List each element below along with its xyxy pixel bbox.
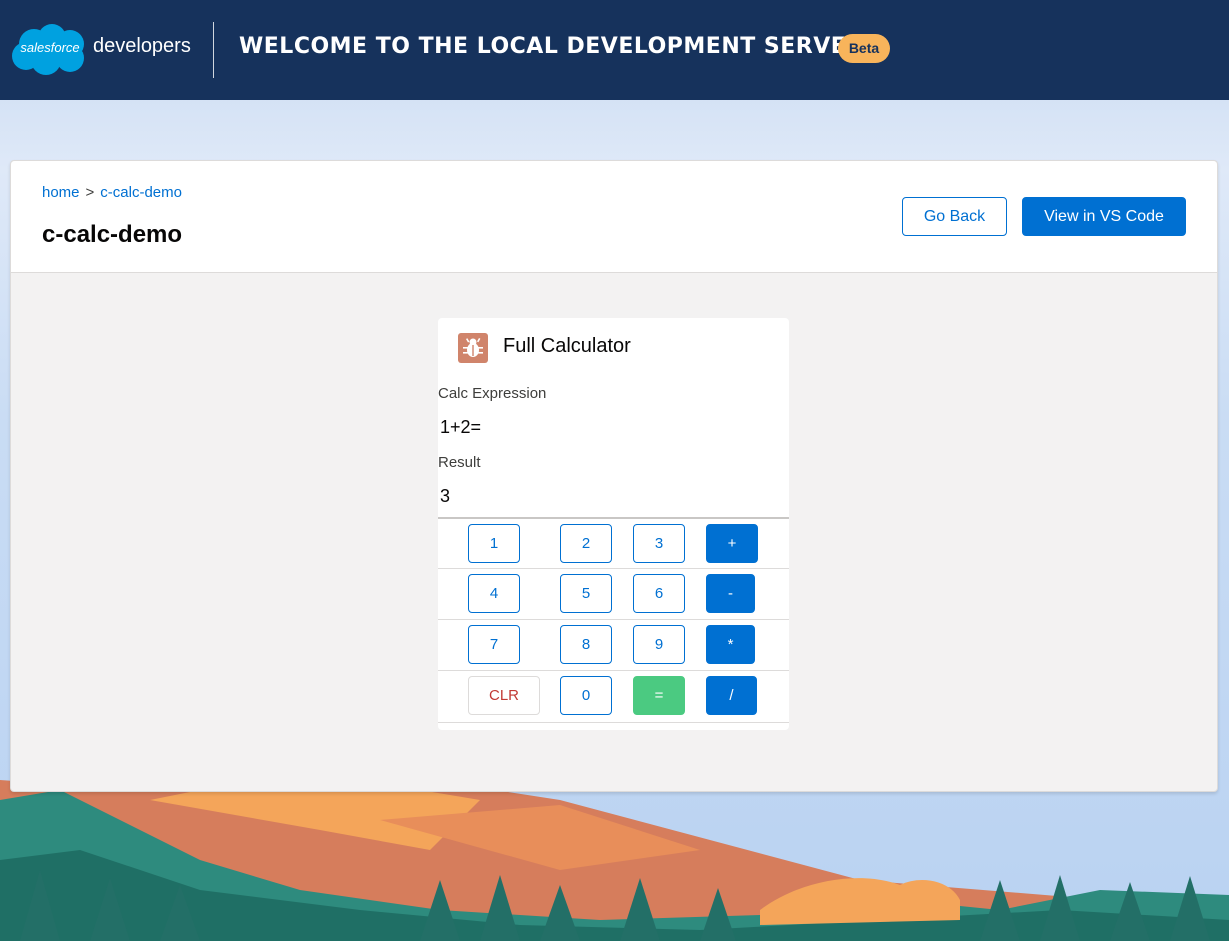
salesforce-cloud-icon: salesforce [10, 22, 90, 78]
clear-button[interactable]: CLR [468, 676, 540, 715]
key-1-button[interactable]: 1 [468, 524, 520, 563]
result-label: Result [438, 454, 481, 471]
key-5-button[interactable]: 5 [560, 574, 612, 613]
keypad-bottom-divider [438, 722, 789, 723]
result-value: 3 [440, 486, 451, 506]
keypad-row: 1 2 3 + [438, 517, 789, 568]
expression-label: Calc Expression [438, 385, 547, 402]
beta-badge: Beta [838, 34, 890, 63]
bug-icon [458, 333, 488, 363]
key-divide-button[interactable]: / [706, 676, 757, 715]
header-title: Welcome to the Local Development Server [239, 34, 864, 59]
view-in-vs-code-button[interactable]: View in VS Code [1022, 197, 1186, 236]
key-6-button[interactable]: 6 [633, 574, 685, 613]
key-0-button[interactable]: 0 [560, 676, 612, 715]
keypad-row: 4 5 6 - [438, 568, 789, 619]
card-header: home > c-calc-demo c-calc-demo Go Back Vie… [11, 161, 1217, 273]
calculator-title: Full Calculator [503, 335, 631, 357]
breadcrumb-home-link[interactable]: home [42, 184, 80, 201]
key-4-button[interactable]: 4 [468, 574, 520, 613]
keypad-row: 7 8 9 * [438, 619, 789, 670]
key-8-button[interactable]: 8 [560, 625, 612, 664]
keypad-row: CLR 0 = / [438, 670, 789, 721]
breadcrumb-separator: > [85, 184, 95, 201]
salesforce-developers-logo[interactable]: salesforce developers [10, 22, 191, 78]
equals-button[interactable]: = [633, 676, 685, 715]
key-minus-button[interactable]: - [706, 574, 755, 613]
brand-text: developers [93, 34, 191, 57]
key-7-button[interactable]: 7 [468, 625, 520, 664]
expression-value: 1+2= [440, 417, 482, 437]
go-back-button[interactable]: Go Back [902, 197, 1007, 236]
calculator-panel: Full Calculator Calc Expression 1+2= Res… [438, 318, 789, 730]
key-plus-button[interactable]: + [706, 524, 758, 563]
logo-text: salesforce [20, 40, 80, 55]
top-bar: salesforce developers Welcome to the Loc… [0, 0, 1229, 100]
component-card: home > c-calc-demo c-calc-demo Go Back Vie… [10, 160, 1218, 792]
key-9-button[interactable]: 9 [633, 625, 685, 664]
header-divider [213, 22, 214, 78]
key-multiply-button[interactable]: * [706, 625, 755, 664]
page-title: c-calc-demo [42, 221, 183, 248]
key-3-button[interactable]: 3 [633, 524, 685, 563]
key-2-button[interactable]: 2 [560, 524, 612, 563]
breadcrumb: home > c-calc-demo [42, 184, 182, 201]
breadcrumb-current-link[interactable]: c-calc-demo [100, 184, 182, 201]
